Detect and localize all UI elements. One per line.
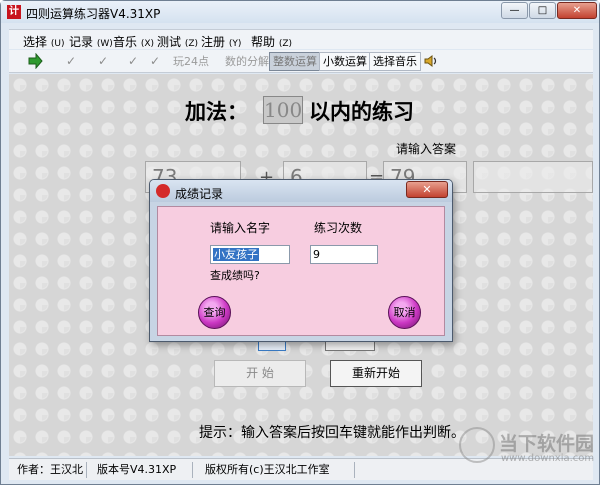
name-input[interactable]: 小友孩子: [210, 245, 290, 264]
decompose-button[interactable]: 数的分解: [221, 52, 273, 71]
range-suffix: 以内的练习: [309, 99, 414, 124]
menu-select-label: 选择: [23, 35, 48, 49]
dialog-title: 成绩记录: [175, 187, 224, 201]
menu-test[interactable]: 测试 (Z): [157, 33, 198, 50]
speaker-icon[interactable]: [423, 53, 439, 69]
name-input-value: 小友孩子: [213, 248, 259, 261]
game24-button[interactable]: 玩24点: [169, 52, 213, 71]
menu-record-key: (W): [96, 39, 113, 49]
range-value-field[interactable]: 100: [263, 96, 303, 124]
menu-register-key: (Y): [228, 39, 242, 49]
count-label: 练习次数: [314, 221, 363, 235]
menu-help-label: 帮助: [251, 35, 276, 49]
app-icon: 计: [7, 5, 21, 19]
menu-music-key: (X): [140, 39, 155, 49]
minimize-button[interactable]: —: [501, 2, 528, 19]
integer-calc-button[interactable]: 整数运算: [269, 52, 321, 71]
menu-record[interactable]: 记录 (W): [69, 33, 113, 50]
watermark-logo-icon: [459, 427, 495, 463]
status-author: 作者：王汉北: [17, 462, 87, 478]
status-copyright: 版权所有(c)王汉北工作室: [205, 462, 355, 478]
dialog-body: 请输入名字 练习次数 小友孩子 9 查成绩吗? 查询 取消: [157, 206, 445, 336]
menu-help-key: (Z): [278, 39, 293, 49]
choose-music-button[interactable]: 选择音乐: [369, 52, 421, 71]
decimal-calc-button[interactable]: 小数运算: [319, 52, 371, 71]
count-input[interactable]: 9: [310, 245, 378, 264]
menu-bar: 选择 (U) 记录 (W) 音乐 (X) 测试 (Z) 注册 (Y) 帮助 (Z…: [9, 29, 593, 49]
title-bar[interactable]: 计 四则运算练习器V4.31XP — □ ✕: [1, 1, 599, 23]
close-button[interactable]: ✕: [557, 2, 597, 19]
check-icon[interactable]: ✓: [95, 53, 111, 69]
menu-register[interactable]: 注册 (Y): [201, 33, 241, 50]
menu-music[interactable]: 音乐 (X): [113, 33, 154, 50]
name-label: 请输入名字: [210, 221, 271, 235]
watermark-name: 当下软件园: [499, 433, 595, 455]
query-button[interactable]: 查询: [198, 296, 231, 329]
menu-record-label: 记录: [69, 35, 94, 49]
restart-button[interactable]: 重新开始: [330, 360, 422, 387]
check-icon[interactable]: ✓: [147, 53, 163, 69]
query-question: 查成绩吗?: [210, 269, 260, 282]
maximize-button[interactable]: □: [529, 2, 556, 19]
start-button[interactable]: 开 始: [214, 360, 306, 387]
check-icon[interactable]: ✓: [125, 53, 141, 69]
menu-select-key: (U): [50, 39, 65, 49]
check-icon[interactable]: ✓: [63, 53, 79, 69]
watermark: 当下软件园 www.downxia.com: [459, 427, 599, 477]
menu-music-label: 音乐: [113, 35, 138, 49]
tip-text: 提示：输入答案后按回车键就能作出判断。: [199, 425, 465, 441]
answer-prompt: 请输入答案: [396, 142, 457, 156]
menu-test-label: 测试: [157, 35, 182, 49]
dialog-title-bar[interactable]: 成绩记录 ✕: [150, 180, 452, 202]
menu-select[interactable]: 选择 (U): [23, 33, 64, 50]
watermark-url: www.downxia.com: [501, 453, 595, 464]
result-box: [473, 161, 593, 193]
score-record-dialog: 成绩记录 ✕ 请输入名字 练习次数 小友孩子 9 查成绩吗? 查询 取消: [149, 179, 453, 342]
main-window: 计 四则运算练习器V4.31XP — □ ✕ 选择 (U) 记录 (W) 音乐 …: [0, 0, 600, 485]
window-title: 四则运算练习器V4.31XP: [26, 7, 161, 21]
status-version: 版本号V4.31XP: [97, 462, 193, 478]
cancel-button[interactable]: 取消: [388, 296, 421, 329]
menu-register-label: 注册: [201, 35, 226, 49]
menu-test-key: (Z): [184, 39, 199, 49]
green-arrow-icon[interactable]: [27, 52, 43, 70]
operation-title: 加法：: [185, 99, 248, 124]
menu-help[interactable]: 帮助 (Z): [251, 33, 292, 50]
toolbar: ✓ ✓ ✓ ✓ 玩24点 数的分解 整数运算 小数运算 选择音乐: [9, 50, 593, 73]
dialog-close-button[interactable]: ✕: [406, 181, 448, 198]
dialog-app-icon: [156, 184, 170, 198]
